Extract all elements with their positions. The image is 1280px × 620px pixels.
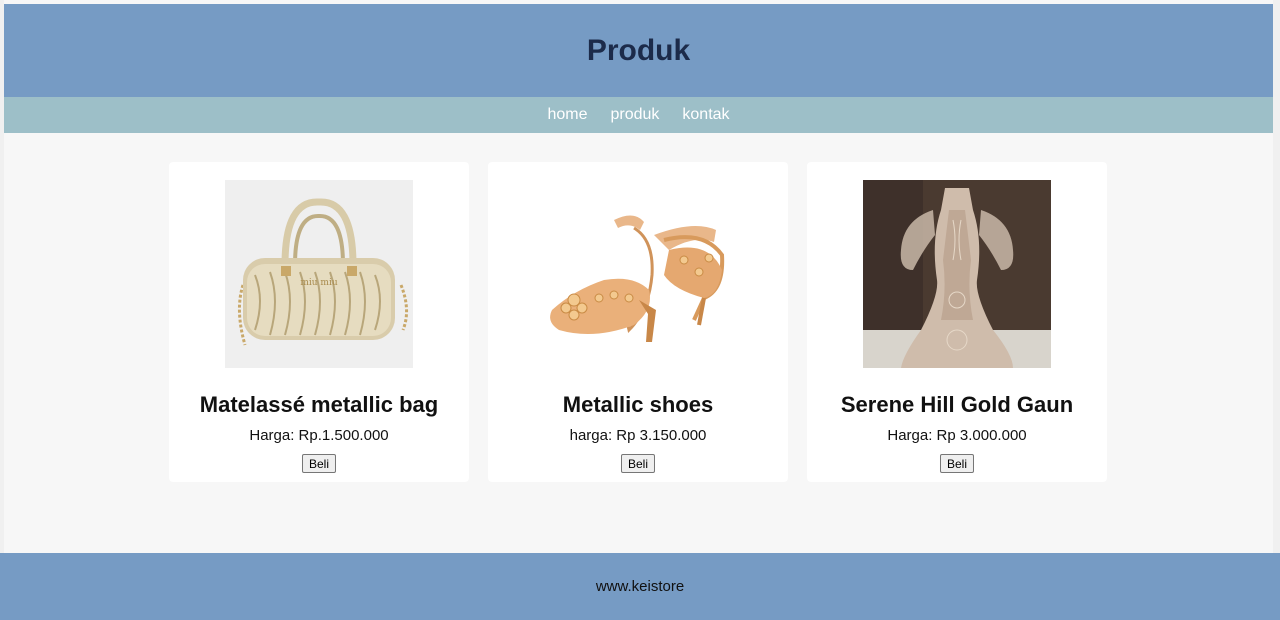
nav-link-produk[interactable]: produk xyxy=(610,106,659,124)
buy-button[interactable]: Beli xyxy=(939,454,975,473)
nav-link-home[interactable]: home xyxy=(547,106,587,124)
page-footer: www.keistore xyxy=(0,553,1280,620)
product-name: Serene Hill Gold Gaun xyxy=(840,392,1074,417)
product-price: Harga: Rp 3.000.000 xyxy=(887,427,1027,444)
footer-text: www.keistore xyxy=(595,578,685,595)
buy-button[interactable]: Beli xyxy=(620,454,656,473)
product-price: harga: Rp 3.150.000 xyxy=(569,427,707,444)
svg-text:miu miu: miu miu xyxy=(300,278,337,288)
product-price: Harga: Rp.1.500.000 xyxy=(249,427,389,444)
buy-button[interactable]: Beli xyxy=(301,454,337,473)
heels-image xyxy=(544,180,732,368)
page-title: Produk xyxy=(586,33,691,67)
product-card: Metallic shoes harga: Rp 3.150.000 Beli xyxy=(488,162,788,482)
product-name: Matelassé metallic bag xyxy=(199,392,439,417)
product-card: miu miu Matelassé metallic bag Harga: Rp… xyxy=(169,162,469,482)
gown-image xyxy=(863,180,1051,368)
main-nav: home produk kontak xyxy=(4,97,1273,133)
nav-link-kontak[interactable]: kontak xyxy=(682,106,729,124)
product-name: Metallic shoes xyxy=(562,392,714,417)
product-grid: miu miu Matelassé metallic bag Harga: Rp… xyxy=(0,133,1280,553)
product-card: Serene Hill Gold Gaun Harga: Rp 3.000.00… xyxy=(807,162,1107,482)
page-header: Produk xyxy=(4,4,1273,97)
handbag-image: miu miu xyxy=(225,180,413,368)
